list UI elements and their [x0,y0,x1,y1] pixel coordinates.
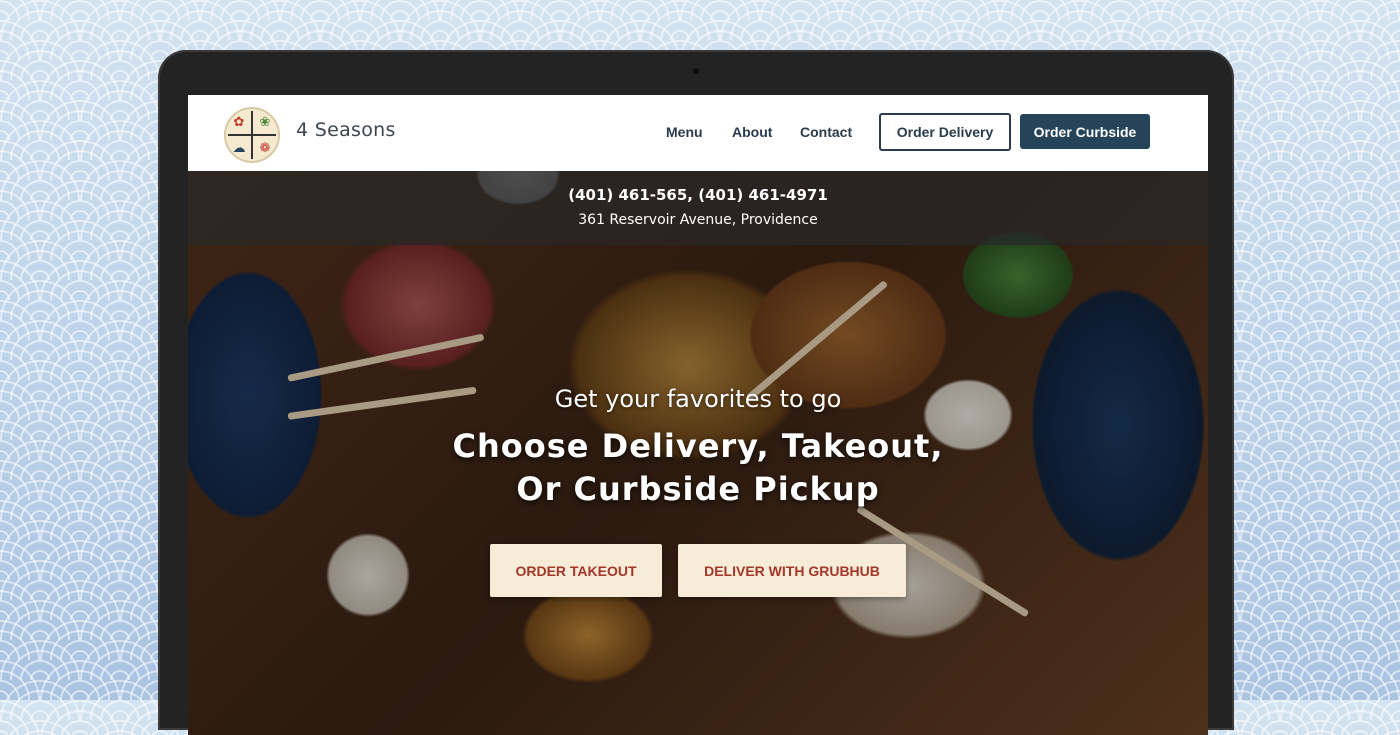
order-curbside-button[interactable]: Order Curbside [1020,114,1150,149]
order-takeout-button[interactable]: ORDER TAKEOUT [490,544,662,597]
hero-title: Choose Delivery, Takeout, Or Curbside Pi… [188,425,1208,511]
camera-icon [693,68,699,74]
hero-title-line-2: Or Curbside Pickup [516,470,880,508]
contact-info-strip: (401) 461-565, (401) 461-4971 361 Reserv… [188,171,1208,245]
nav-link-contact[interactable]: Contact [800,124,852,140]
brand-name[interactable]: 4 Seasons [296,119,396,141]
laptop-frame: ✿ ❀ ☁ ❁ 4 Seasons Menu About Contact Ord… [158,50,1234,735]
hero-subtitle: Get your favorites to go [554,385,842,413]
nav-link-menu[interactable]: Menu [666,124,703,140]
website-screen: ✿ ❀ ☁ ❁ 4 Seasons Menu About Contact Ord… [188,95,1208,735]
nav-link-about[interactable]: About [732,124,772,140]
street-address: 361 Reservoir Avenue, Providence [578,212,818,228]
hero-title-line-1: Choose Delivery, Takeout, [452,427,944,465]
order-delivery-button[interactable]: Order Delivery [879,113,1011,151]
top-navbar: ✿ ❀ ☁ ❁ 4 Seasons Menu About Contact Ord… [188,95,1208,171]
deliver-with-grubhub-button[interactable]: DELIVER WITH GRUBHUB [678,544,906,597]
logo-seasons-icon[interactable]: ✿ ❀ ☁ ❁ [224,107,280,163]
phone-numbers: (401) 461-565, (401) 461-4971 [568,186,828,204]
